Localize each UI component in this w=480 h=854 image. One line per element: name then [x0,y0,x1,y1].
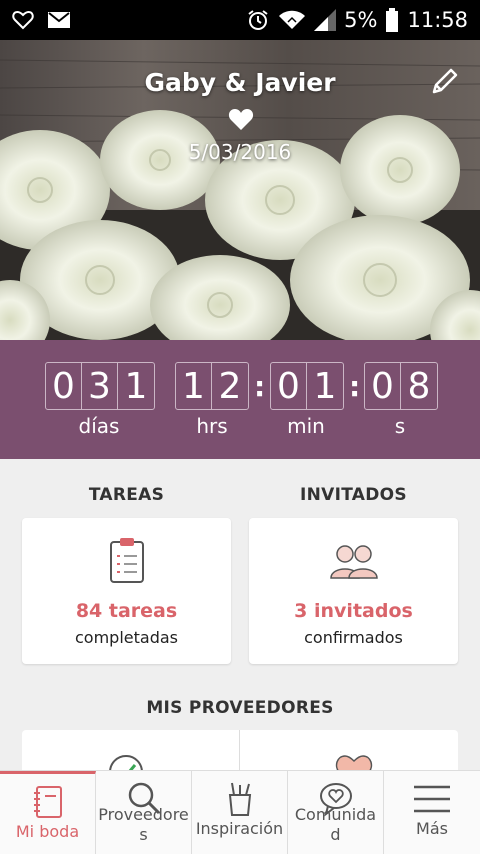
minutes-counter: 0 1 [270,362,344,410]
days-digit: 3 [82,363,118,409]
minutes-label: min [287,414,325,438]
alarm-icon [246,8,270,32]
seconds-counter: 0 8 [364,362,438,410]
time-separator: : [349,370,361,403]
seconds-label: s [394,414,406,438]
days-counter: 0 3 1 [45,362,155,410]
minutes-digit: 0 [271,363,307,409]
tasks-card[interactable]: 84 tareas completadas [22,518,231,664]
tasks-title: TAREAS [88,485,165,505]
edit-pencil-icon[interactable] [430,66,460,96]
tasks-count: 84 tareas [75,600,178,622]
hours-counter: 1 2 [175,362,249,410]
nav-label: Inspiración [195,819,284,838]
couple-names: Gaby & Javier [144,68,336,97]
nav-label: Mi boda [15,822,80,841]
guests-subtitle: confirmados [304,628,403,647]
guests-title: INVITADOS [300,485,407,505]
guests-card[interactable]: 3 invitados confirmados [249,518,458,664]
guests-icon [330,545,378,579]
tasks-subtitle: completadas [75,628,178,647]
wedding-date: 5/03/2016 [188,140,292,164]
menu-icon [414,785,450,813]
nav-proveedores[interactable]: Proveedore s [96,771,192,854]
hours-digit: 1 [176,363,212,409]
hours-label: hrs [196,414,228,438]
nav-mas[interactable]: Más [384,771,480,854]
countdown-panel: 0 3 1 1 2 : 0 1 : 0 8 días hrs min s [0,340,480,459]
hero-banner: Gaby & Javier 5/03/2016 [0,40,480,340]
wifi-icon [278,9,306,31]
providers-title: MIS PROVEEDORES [146,698,334,718]
guests-count: 3 invitados [294,600,413,622]
nav-label: Más [416,819,448,838]
days-label: días [78,414,120,438]
time-separator: : [254,370,266,403]
battery-percent: 5% [344,8,378,32]
clock: 11:58 [407,8,468,32]
battery-icon [385,8,399,32]
nav-inspiracion[interactable]: Inspiración [192,771,288,854]
heart-notification-icon [12,10,34,30]
seconds-digit: 0 [365,363,401,409]
clipboard-icon [110,538,144,583]
seconds-digit: 8 [407,365,431,407]
brush-cup-icon [228,782,252,816]
nav-label: Comunida d [294,805,377,844]
mail-icon [48,12,70,28]
nav-mi-boda[interactable]: Mi boda [0,771,96,854]
signal-icon [314,9,337,31]
heart-icon [228,109,254,130]
status-bar: 5% 11:58 [0,0,480,40]
nav-comunidad[interactable]: Comunida d [288,771,384,854]
hours-digit: 2 [218,365,242,407]
days-digit: 1 [124,365,148,407]
nav-label: Proveedore s [98,805,189,844]
days-digit: 0 [46,363,82,409]
bottom-navigation: Mi boda Proveedore s Inspiración Comunid… [0,770,480,854]
notebook-icon [34,786,62,818]
minutes-digit: 1 [313,365,337,407]
